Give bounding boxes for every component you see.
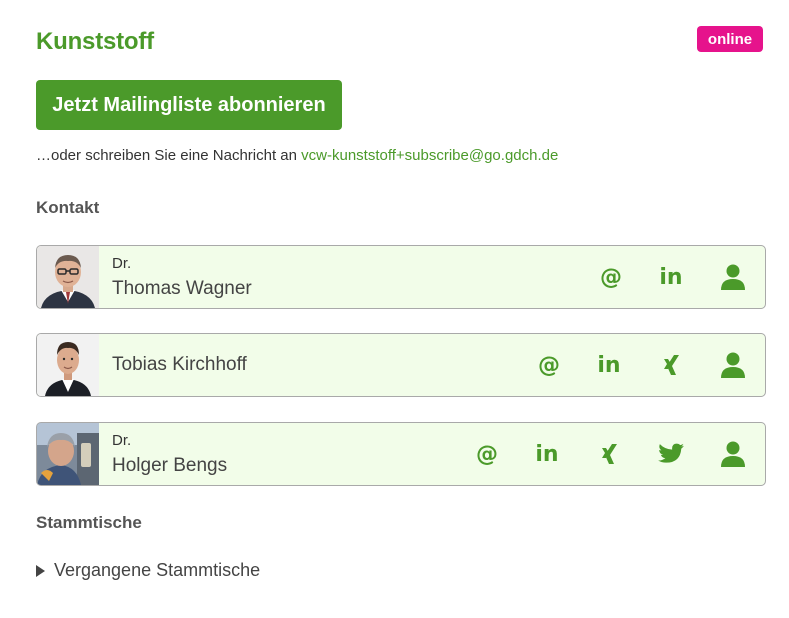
avatar (37, 423, 99, 485)
email-icon[interactable]: @ (533, 349, 565, 381)
contact-title: Dr. (112, 432, 132, 449)
email-icon-glyph: @ (538, 352, 560, 378)
alternative-contact-line: …oder schreiben Sie eine Nachricht an vc… (36, 147, 558, 164)
linkedin-icon[interactable]: in (531, 438, 563, 470)
twitter-icon[interactable] (655, 438, 687, 470)
profile-icon[interactable] (717, 261, 749, 293)
xing-icon[interactable] (655, 349, 687, 381)
subscribe-button[interactable]: Jetzt Mailingliste abonnieren (36, 80, 342, 130)
past-meetups-label: Vergangene Stammtische (54, 560, 261, 580)
status-badge: online (697, 26, 763, 52)
profile-icon[interactable] (717, 438, 749, 470)
linkedin-icon-glyph: in (659, 264, 683, 290)
email-icon-glyph: @ (476, 441, 498, 467)
contact-name: Holger Bengs (112, 455, 228, 476)
contact-name: Thomas Wagner (112, 278, 252, 299)
xing-icon[interactable] (593, 438, 625, 470)
linkedin-icon[interactable]: in (655, 261, 687, 293)
email-icon[interactable]: @ (595, 261, 627, 293)
contact-card-thomas-wagner: Dr. Thomas Wagner @ in (36, 245, 766, 309)
subscribe-email-link[interactable]: vcw-kunststoff+subscribe@go.gdch.de (301, 147, 558, 164)
contact-title: Dr. (112, 255, 132, 272)
linkedin-icon-glyph: in (597, 352, 621, 378)
contact-name: Tobias Kirchhoff (112, 354, 247, 375)
profile-icon[interactable] (717, 349, 749, 381)
linkedin-icon[interactable]: in (593, 349, 625, 381)
email-icon-glyph: @ (600, 264, 622, 290)
expand-triangle-icon (36, 564, 45, 577)
meetups-heading: Stammtische (36, 513, 142, 532)
contact-card-tobias-kirchhoff: Tobias Kirchhoff @ in (36, 333, 766, 397)
email-icon[interactable]: @ (471, 438, 503, 470)
mailing-list-panel: Kunststoff online Jetzt Mailingliste abo… (0, 0, 789, 618)
avatar (37, 334, 99, 396)
past-meetups-toggle[interactable]: Vergangene Stammtische (36, 560, 260, 581)
linkedin-icon-glyph: in (535, 441, 559, 467)
alternative-contact-text: …oder schreiben Sie eine Nachricht an (36, 147, 297, 164)
avatar (37, 246, 99, 308)
contact-card-holger-bengs: Dr. Holger Bengs @ in (36, 422, 766, 486)
contact-heading: Kontakt (36, 198, 100, 217)
page-title: Kunststoff (36, 28, 154, 55)
